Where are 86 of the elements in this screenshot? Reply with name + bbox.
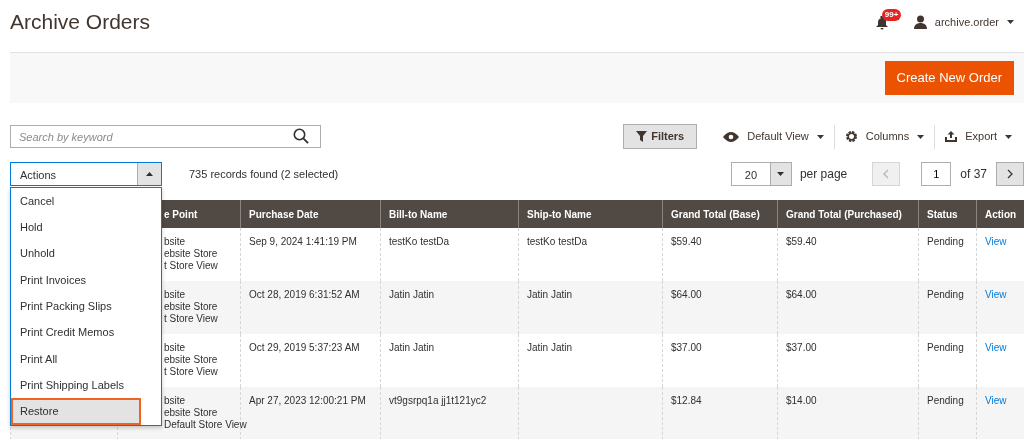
create-order-button[interactable]: Create New Order	[884, 61, 1014, 95]
eye-icon	[723, 131, 740, 142]
table-cell-text: ebsite Store	[164, 354, 218, 366]
table-cell-text: ebsite Store	[164, 301, 218, 313]
table-cell: $64.00	[671, 289, 702, 300]
table-cell-text: bsite	[164, 236, 186, 248]
menu-item[interactable]: Cancel	[11, 188, 161, 215]
view-link[interactable]: View	[985, 395, 1007, 406]
user-icon[interactable]	[913, 15, 927, 29]
table-cell: vt9gsrpq1a jj1t121yc2	[389, 395, 487, 406]
table-cell: $59.40	[671, 236, 702, 247]
table-cell: Jatin Jatin	[389, 342, 435, 353]
column-header[interactable]: Status	[918, 200, 977, 228]
table-cell: testKo testDa	[527, 236, 588, 247]
records-count: 735 records found (2 selected)	[189, 166, 339, 182]
menu-item[interactable]: Print Packing Slips	[11, 293, 161, 320]
search-field[interactable]: Search by keyword	[10, 125, 321, 148]
table-cell: Jatin Jatin	[389, 289, 435, 300]
export-button[interactable]: Export	[935, 128, 1022, 145]
table-cell: $12.84	[671, 395, 702, 406]
menu-item[interactable]: Print Shipping Labels	[11, 372, 161, 399]
table-cell: Jatin Jatin	[527, 289, 573, 300]
columns-button[interactable]: Columns	[834, 128, 935, 145]
table-cell-text: t Store View	[164, 313, 218, 325]
table-cell: $14.00	[786, 395, 817, 406]
table-cell: Oct 28, 2019 6:31:52 AM	[249, 289, 360, 300]
column-header[interactable]: Ship-to Name	[518, 200, 663, 228]
page-total: of 37	[960, 166, 987, 183]
table-cell-text: ebsite Store	[164, 407, 218, 419]
caret-icon	[917, 134, 925, 139]
menu-item[interactable]: Print Invoices	[11, 266, 161, 294]
caret-icon	[816, 134, 824, 139]
search-icon[interactable]	[293, 128, 309, 144]
view-link[interactable]: View	[985, 289, 1007, 300]
filter-icon	[636, 131, 648, 142]
upload-icon	[945, 131, 958, 142]
table-cell-text: ebsite Store	[164, 248, 218, 260]
view-link[interactable]: View	[985, 236, 1007, 247]
caret-icon	[146, 172, 153, 176]
table-cell: Pending	[927, 342, 964, 353]
view-link[interactable]: View	[985, 342, 1007, 353]
gear-icon	[844, 130, 858, 143]
column-header[interactable]: Action	[976, 200, 1024, 228]
table-cell: $64.00	[786, 289, 817, 300]
menu-item[interactable]: Hold	[11, 214, 161, 241]
column-header[interactable]: Bill-to Name	[380, 200, 519, 228]
table-cell-text: bsite	[164, 289, 186, 301]
page-number-field[interactable]: 1	[921, 162, 952, 186]
caret-icon	[777, 172, 785, 176]
notification-count: 99+	[881, 9, 902, 21]
table-cell: Pending	[927, 395, 964, 406]
table-cell: Pending	[927, 289, 964, 300]
caret-icon	[1005, 134, 1012, 139]
filters-button[interactable]: Filters	[623, 124, 698, 149]
table-cell: Apr 27, 2023 12:00:21 PM	[249, 395, 366, 406]
table-cell: Pending	[927, 236, 964, 247]
table-cell: $59.40	[786, 236, 817, 247]
page-title: Archive Orders	[10, 9, 151, 35]
table-cell: Oct 29, 2019 5:37:23 AM	[249, 342, 360, 353]
caret-icon	[1007, 20, 1014, 24]
user-menu[interactable]: archive.order	[934, 13, 999, 31]
table-cell: $37.00	[786, 342, 817, 353]
table-cell: $37.00	[671, 342, 702, 353]
menu-item[interactable]: Unhold	[11, 240, 161, 267]
menu-item[interactable]: Restore	[11, 398, 141, 425]
table-cell: Jatin Jatin	[527, 342, 573, 353]
table-cell-text: Default Store View	[164, 419, 247, 431]
bell-icon[interactable]	[875, 16, 888, 30]
dropdown-toggle[interactable]	[769, 163, 791, 185]
table-cell: testKo testDa	[389, 236, 450, 247]
view-switcher[interactable]: Default View	[713, 128, 834, 145]
chevron-left-icon	[883, 169, 890, 179]
table-cell-text: t Store View	[164, 260, 218, 272]
chevron-right-icon	[1007, 169, 1013, 179]
table-cell-text: t Store View	[164, 366, 218, 378]
table-cell-text: bsite	[164, 342, 186, 354]
menu-item[interactable]: Print All	[11, 345, 161, 373]
per-page-select[interactable]: 20	[730, 162, 792, 186]
column-header[interactable]: Purchase Date	[240, 200, 381, 228]
column-header[interactable]: Grand Total (Base)	[662, 200, 778, 228]
menu-item[interactable]: Print Credit Memos	[11, 319, 161, 346]
table-cell-text: bsite	[164, 395, 186, 407]
per-page-label: per page	[799, 166, 848, 183]
table-cell: Sep 9, 2024 1:41:19 PM	[249, 236, 357, 247]
column-header[interactable]: Grand Total (Purchased)	[777, 200, 919, 228]
dropdown-toggle[interactable]	[137, 163, 161, 185]
